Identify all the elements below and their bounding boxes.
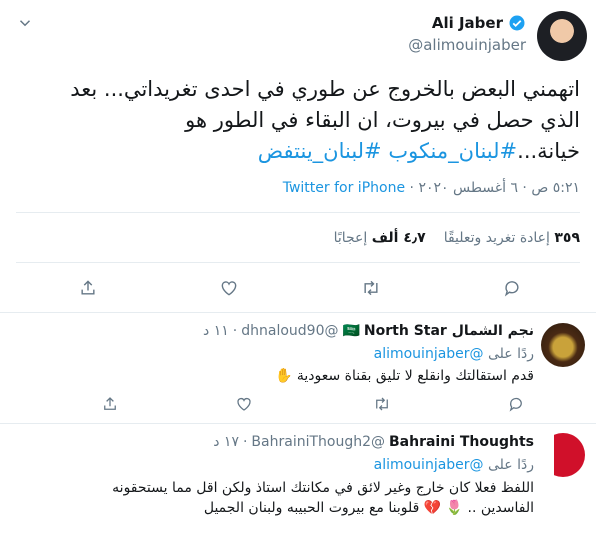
tweet-meta: ٥:٢١ ص · ٦ أغسطس ٢٠٢٠ · Twitter for iPho…: [283, 180, 580, 196]
reply-author-name[interactable]: نجم الشمال North Star: [364, 323, 534, 339]
reply-to-prefix: ردًا على: [488, 346, 534, 362]
author-avatar[interactable]: [537, 11, 587, 61]
share-icon[interactable]: [101, 395, 119, 413]
reply-text: قدم استقالتك وانقلع لا تليق بقناة سعودية…: [274, 368, 534, 384]
likes-count: ٤٫٧ ألف: [371, 230, 426, 246]
reply-to-prefix: ردًا على: [488, 457, 534, 473]
divider: [0, 423, 596, 424]
reply-time[interactable]: ١١ د: [203, 323, 229, 339]
tweet-timestamp[interactable]: ٥:٢١ ص · ٦ أغسطس ٢٠٢٠ ·: [405, 180, 580, 196]
retweets-count: ٣٥٩: [554, 230, 580, 246]
verified-badge-icon: [508, 14, 526, 32]
divider: [16, 212, 580, 213]
retweet-icon[interactable]: [372, 395, 392, 413]
hashtag-link[interactable]: #لبنان_ينتفض: [258, 139, 382, 163]
reply-author-handle[interactable]: @dhnaloud90: [241, 323, 338, 339]
reply-avatar[interactable]: [541, 323, 585, 367]
tweet-text-line: الذي حصل في بيروت، ان البقاء في الطور هو: [185, 108, 580, 132]
reply-time[interactable]: ١٧ د: [213, 434, 239, 450]
more-options-chevron-icon[interactable]: [16, 14, 34, 32]
reply-author-handle[interactable]: @BahrainiThough2: [251, 434, 385, 450]
tweet-text-line-3: خيانة...#لبنان_منكوب #لبنان_ينتفض: [10, 136, 580, 167]
reply-to-handle[interactable]: @alimouinjaber: [374, 457, 484, 473]
reply-to-handle[interactable]: @alimouinjaber: [374, 346, 484, 362]
reply-text-line: الفاسدين .. 🌷 💔 قلوبنا مع بيروت الحبيبه …: [203, 500, 534, 516]
tweet-body: اتهمني البعض بالخروج عن طوري في احدى تغر…: [10, 74, 580, 167]
reply-text: اللفظ فعلا كان خارج وغير لائق في مكانتك …: [34, 478, 534, 518]
like-icon[interactable]: [219, 278, 239, 298]
hashtag-link[interactable]: #لبنان_منكوب: [388, 139, 517, 163]
share-icon[interactable]: [78, 278, 98, 298]
retweet-icon[interactable]: [360, 278, 382, 298]
retweets-label: إعادة تغريد وتعليقًا: [443, 230, 550, 246]
tweet-text-prefix: خيانة...: [517, 139, 580, 163]
author-name[interactable]: Ali Jaber: [432, 14, 503, 32]
like-icon[interactable]: [235, 395, 253, 413]
reply-text-line: اللفظ فعلا كان خارج وغير لائق في مكانتك …: [112, 480, 534, 496]
reply-author-name[interactable]: Bahraini Thoughts: [389, 434, 534, 450]
author-name-row[interactable]: Ali Jaber: [432, 14, 526, 32]
tweet-source-link[interactable]: Twitter for iPhone: [283, 180, 405, 196]
reply-icon[interactable]: [507, 395, 525, 413]
reply-avatar[interactable]: [541, 433, 585, 477]
tweet-text-line: اتهمني البعض بالخروج عن طوري في احدى تغر…: [70, 77, 580, 101]
reply-to-line: ردًا على @alimouinjaber: [374, 346, 534, 362]
reply-icon[interactable]: [502, 278, 522, 298]
likes-label: إعجابًا: [333, 230, 368, 246]
reply-header: نجم الشمال North Star 🇸🇦 @dhnaloud90 · ١…: [203, 323, 534, 339]
likes-stat[interactable]: ٤٫٧ ألف إعجابًا: [334, 230, 426, 246]
saudi-flag-icon: 🇸🇦: [342, 323, 360, 339]
divider: [0, 312, 596, 313]
tweet-stats: ٣٥٩ إعادة تغريد وتعليقًا ٤٫٧ ألف إعجابًا: [334, 230, 580, 246]
author-handle[interactable]: @alimouinjaber: [408, 36, 526, 54]
divider: [16, 262, 580, 263]
retweets-stat[interactable]: ٣٥٩ إعادة تغريد وتعليقًا: [444, 230, 580, 246]
reply-header: Bahraini Thoughts @BahrainiThough2 · ١٧ …: [213, 434, 534, 450]
reply-to-line: ردًا على @alimouinjaber: [374, 457, 534, 473]
